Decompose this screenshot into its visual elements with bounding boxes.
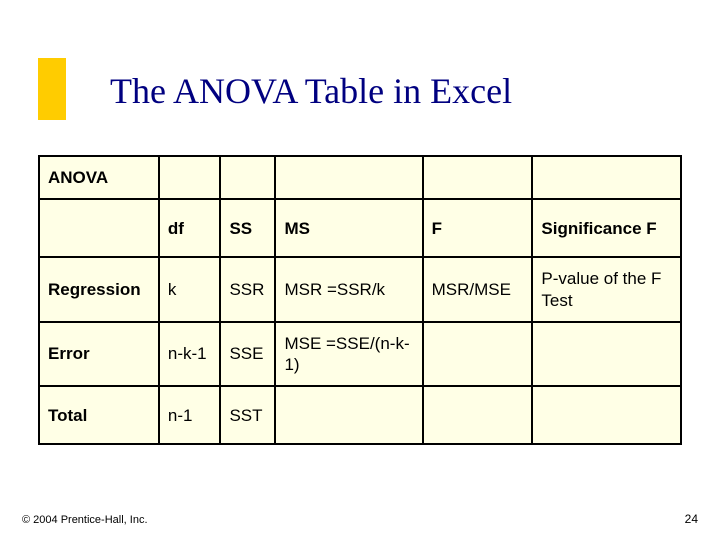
anova-table: ANOVA df SS MS F Significance F Regressi…	[38, 155, 682, 445]
cell-anova-label: ANOVA	[39, 156, 159, 199]
cell	[39, 199, 159, 257]
cell	[532, 386, 681, 444]
table-row-header: ANOVA	[39, 156, 681, 199]
copyright-text: © 2004 Prentice-Hall, Inc.	[22, 514, 148, 526]
cell: MSE =SSE/(n-k-1)	[275, 322, 422, 387]
cell: SSR	[220, 257, 275, 322]
cell: k	[159, 257, 221, 322]
row-label-total: Total	[39, 386, 159, 444]
anova-table-container: ANOVA df SS MS F Significance F Regressi…	[38, 155, 682, 445]
cell: MSR =SSR/k	[275, 257, 422, 322]
col-ss: SS	[220, 199, 275, 257]
table-row-total: Total n-1 SST	[39, 386, 681, 444]
cell	[423, 156, 533, 199]
page-title: The ANOVA Table in Excel	[110, 70, 512, 112]
cell: n-k-1	[159, 322, 221, 387]
col-df: df	[159, 199, 221, 257]
cell	[159, 156, 221, 199]
cell	[532, 322, 681, 387]
cell: P-value of the F Test	[532, 257, 681, 322]
table-row-columns: df SS MS F Significance F	[39, 199, 681, 257]
cell	[275, 156, 422, 199]
page-number: 24	[685, 512, 698, 526]
cell: SST	[220, 386, 275, 444]
col-sigf: Significance F	[532, 199, 681, 257]
cell: n-1	[159, 386, 221, 444]
table-row-regression: Regression k SSR MSR =SSR/k MSR/MSE P-va…	[39, 257, 681, 322]
cell	[532, 156, 681, 199]
col-ms: MS	[275, 199, 422, 257]
cell: MSR/MSE	[423, 257, 533, 322]
row-label-error: Error	[39, 322, 159, 387]
cell	[275, 386, 422, 444]
cell	[423, 322, 533, 387]
col-f: F	[423, 199, 533, 257]
row-label-regression: Regression	[39, 257, 159, 322]
cell	[220, 156, 275, 199]
cell	[423, 386, 533, 444]
cell: SSE	[220, 322, 275, 387]
accent-bar	[38, 58, 66, 120]
table-row-error: Error n-k-1 SSE MSE =SSE/(n-k-1)	[39, 322, 681, 387]
